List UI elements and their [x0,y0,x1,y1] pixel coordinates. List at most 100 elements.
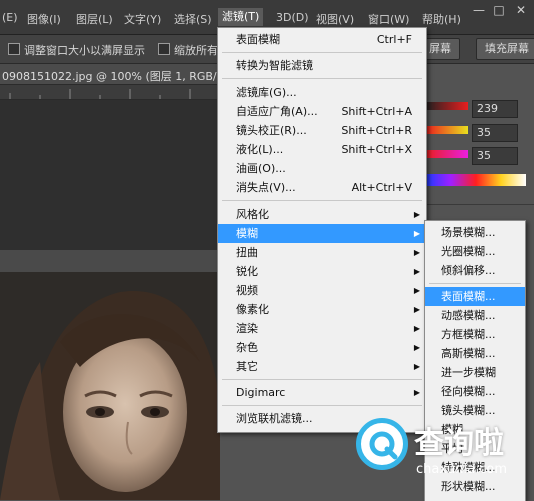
menu-item-digimarc[interactable]: Digimarc ▶ [218,383,426,402]
submenu-arrow-icon: ▶ [413,305,420,314]
submenu-arrow-icon: ▶ [413,267,420,276]
menu-type[interactable]: 文字(Y) [124,11,161,27]
watermark-q-glyph [369,431,398,460]
blue-slider[interactable] [426,150,468,158]
menu-item-vanishing-point[interactable]: 消失点(V)... Alt+Ctrl+V [218,178,426,197]
ruler-ticks [9,89,191,99]
red-value[interactable]: 239 [472,100,518,118]
green-slider[interactable] [426,126,468,134]
oil-paint-label: 油画(O)... [236,162,286,175]
blue-value[interactable]: 35 [472,147,518,165]
other-label: 其它 [236,360,258,373]
menu-separator [222,379,422,380]
motion-blur-label: 动感模糊... [441,309,496,322]
menu-item-oil-paint[interactable]: 油画(O)... [218,159,426,178]
minimize-icon[interactable]: — [470,2,488,18]
menu-item-distort[interactable]: 扭曲 ▶ [218,243,426,262]
menu-3d[interactable]: 3D(D) [276,11,309,24]
menu-select[interactable]: 选择(S) [174,11,212,27]
blur-more-label: 进一步模糊 [441,366,496,379]
submenu-item[interactable]: 光圈模糊... [425,242,525,261]
menu-item-blur[interactable]: 模糊 ▶ [218,224,426,243]
menu-item-lens-correction[interactable]: 镜头校正(R)... Shift+Ctrl+R [218,121,426,140]
fill-screen-button[interactable]: 填充屏幕 [476,38,534,60]
liquify-label: 液化(L)... [236,143,284,156]
tilt-shift-label: 倾斜偏移... [441,264,496,277]
menu-edit[interactable]: (E) [2,11,18,24]
lens-correction-shortcut: Shift+Ctrl+R [341,124,412,137]
menu-item-liquify[interactable]: 液化(L)... Shift+Ctrl+X [218,140,426,159]
resize-windows-checkbox[interactable] [8,43,20,55]
submenu-arrow-icon: ▶ [413,210,420,219]
surface-blur-label: 表面模糊... [441,290,496,303]
stylize-label: 风格化 [236,208,269,221]
convert-smart-label: 转换为智能滤镜 [236,59,313,72]
digimarc-label: Digimarc [236,386,286,399]
menu-separator [429,283,521,284]
liquify-shortcut: Shift+Ctrl+X [341,143,412,156]
menu-item-adaptive-wide[interactable]: 自适应广角(A)... Shift+Ctrl+A [218,102,426,121]
ruler [0,85,220,100]
menu-layer[interactable]: 图层(L) [76,11,113,27]
menu-item-video[interactable]: 视频 ▶ [218,281,426,300]
field-blur-label: 场景模糊... [441,226,496,239]
menu-filter[interactable]: 滤镜(T) [218,8,264,26]
watermark-url: chaxunla.com [416,462,507,477]
pixelate-label: 像素化 [236,303,269,316]
canvas-gray-band [0,250,220,272]
distort-label: 扭曲 [236,246,258,259]
menu-item-other[interactable]: 其它 ▶ [218,357,426,376]
adaptive-wide-label: 自适应广角(A)... [236,105,318,118]
submenu-arrow-icon: ▶ [413,324,420,333]
filter-menu: 表面模糊 Ctrl+F 转换为智能滤镜 滤镜库(G)... 自适应广角(A)..… [217,27,427,433]
maximize-icon[interactable]: □ [490,2,508,18]
menu-item-render[interactable]: 渲染 ▶ [218,319,426,338]
box-blur-label: 方框模糊... [441,328,496,341]
iris-blur-label: 光圈模糊... [441,245,496,258]
close-icon[interactable]: ✕ [512,2,530,18]
menu-window[interactable]: 窗口(W) [368,11,409,27]
zoom-all-label: 缩放所有 [174,44,218,57]
submenu-item[interactable]: 方框模糊... [425,325,525,344]
submenu-item[interactable]: 倾斜偏移... [425,261,525,280]
menu-item-sharpen[interactable]: 锐化 ▶ [218,262,426,281]
document-title: 0908151022.jpg @ 100% (图层 1, RGB/8#) * [2,70,247,83]
submenu-arrow-icon: ▶ [413,286,420,295]
submenu-item[interactable]: 进一步模糊 [425,363,525,382]
browse-online-label: 浏览联机滤镜... [236,412,313,425]
submenu-item[interactable]: 形状模糊... [425,477,525,496]
radial-blur-label: 径向模糊... [441,385,496,398]
submenu-item[interactable]: 高斯模糊... [425,344,525,363]
submenu-item[interactable]: 场景模糊... [425,223,525,242]
noise-label: 杂色 [236,341,258,354]
canvas-photo[interactable] [0,272,220,500]
submenu-item-surface-blur[interactable]: 表面模糊... [425,287,525,306]
green-value[interactable]: 35 [472,124,518,142]
menu-item-noise[interactable]: 杂色 ▶ [218,338,426,357]
menu-image[interactable]: 图像(I) [27,11,61,27]
zoom-all-checkbox[interactable] [158,43,170,55]
panel-divider [426,204,534,205]
sharpen-label: 锐化 [236,265,258,278]
adaptive-wide-shortcut: Shift+Ctrl+A [341,105,412,118]
menu-item-stylize[interactable]: 风格化 ▶ [218,205,426,224]
menu-separator [222,78,422,79]
menu-item-pixelate[interactable]: 像素化 ▶ [218,300,426,319]
menu-item-last-filter[interactable]: 表面模糊 Ctrl+F [218,30,426,49]
watermark-logo-icon [356,418,408,470]
submenu-item[interactable]: 动感模糊... [425,306,525,325]
submenu-arrow-icon: ▶ [413,343,420,352]
watermark-name: 查询啦 [414,426,504,461]
resize-windows-label: 调整窗口大小以满屏显示 [24,44,145,57]
last-filter-label: 表面模糊 [236,33,280,46]
color-spectrum-bar[interactable] [426,174,526,186]
menu-help[interactable]: 帮助(H) [422,11,461,27]
menu-item-gallery[interactable]: 滤镜库(G)... [218,83,426,102]
menu-view[interactable]: 视图(V) [316,11,354,27]
blur-label: 模糊 [236,227,258,240]
menu-item-convert-smart[interactable]: 转换为智能滤镜 [218,56,426,75]
submenu-item[interactable]: 径向模糊... [425,382,525,401]
submenu-arrow-icon: ▶ [413,362,420,371]
submenu-arrow-icon: ▶ [413,388,420,397]
red-slider[interactable] [426,102,468,110]
